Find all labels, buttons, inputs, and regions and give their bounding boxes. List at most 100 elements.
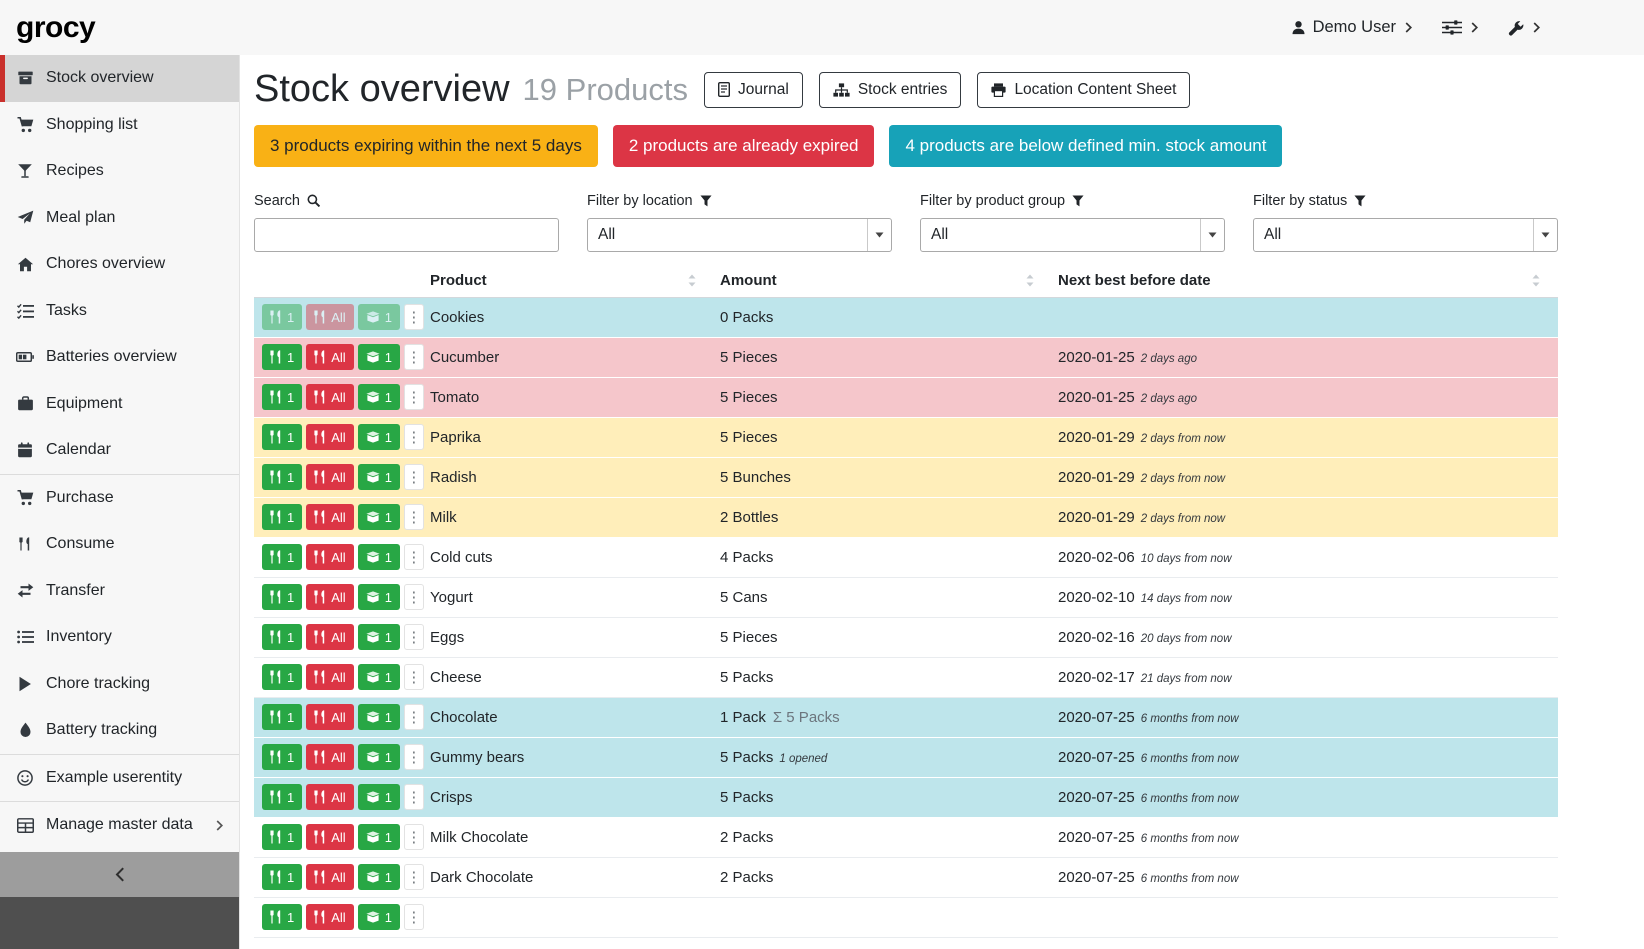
- consume-one-button[interactable]: 1: [262, 624, 302, 650]
- sidebar-item-meal-plan[interactable]: Meal plan: [0, 195, 239, 242]
- location-content-sheet-button[interactable]: Location Content Sheet: [977, 72, 1190, 108]
- row-menu-button[interactable]: ⋮: [404, 704, 424, 730]
- open-one-button[interactable]: 1: [358, 784, 400, 810]
- consume-all-button[interactable]: All: [306, 624, 353, 650]
- consume-one-button[interactable]: 1: [262, 824, 302, 850]
- open-one-button[interactable]: 1: [358, 864, 400, 890]
- row-menu-button[interactable]: ⋮: [404, 584, 424, 610]
- consume-all-button[interactable]: All: [306, 864, 353, 890]
- consume-all-button[interactable]: All: [306, 464, 353, 490]
- column-header-amount[interactable]: Amount: [714, 272, 1052, 289]
- sidebar-item-example-userentity[interactable]: Example userentity: [0, 755, 239, 802]
- product-group-filter-select[interactable]: All: [920, 218, 1225, 252]
- consume-all-button[interactable]: All: [306, 704, 353, 730]
- consume-all-button[interactable]: All: [306, 904, 353, 930]
- consume-all-button[interactable]: All: [306, 304, 353, 330]
- row-menu-button[interactable]: ⋮: [404, 384, 424, 410]
- sidebar-item-tasks[interactable]: Tasks: [0, 288, 239, 335]
- row-menu-button[interactable]: ⋮: [404, 744, 424, 770]
- location-filter-select[interactable]: All: [587, 218, 892, 252]
- best-before-cell: 2020-02-1721 days from now: [1052, 669, 1558, 686]
- open-one-button[interactable]: 1: [358, 824, 400, 850]
- alert-expiring-soon[interactable]: 3 products expiring within the next 5 da…: [254, 125, 598, 167]
- consume-one-button[interactable]: 1: [262, 744, 302, 770]
- consume-one-button[interactable]: 1: [262, 664, 302, 690]
- consume-all-button[interactable]: All: [306, 384, 353, 410]
- consume-one-button[interactable]: 1: [262, 704, 302, 730]
- sidebar-item-transfer[interactable]: Transfer: [0, 568, 239, 615]
- consume-all-button[interactable]: All: [306, 744, 353, 770]
- sidebar-item-shopping-list[interactable]: Shopping list: [0, 102, 239, 149]
- consume-one-button[interactable]: 1: [262, 504, 302, 530]
- open-one-button[interactable]: 1: [358, 584, 400, 610]
- row-menu-button[interactable]: ⋮: [404, 304, 424, 330]
- sidebar-item-equipment[interactable]: Equipment: [0, 381, 239, 428]
- open-one-button[interactable]: 1: [358, 624, 400, 650]
- open-one-button[interactable]: 1: [358, 744, 400, 770]
- column-header-best-before[interactable]: Next best before date: [1052, 272, 1558, 289]
- consume-one-button[interactable]: 1: [262, 344, 302, 370]
- sidebar-item-recipes[interactable]: Recipes: [0, 148, 239, 195]
- sidebar-item-chore-tracking[interactable]: Chore tracking: [0, 661, 239, 708]
- open-one-button[interactable]: 1: [358, 384, 400, 410]
- consume-all-button[interactable]: All: [306, 504, 353, 530]
- row-menu-button[interactable]: ⋮: [404, 784, 424, 810]
- row-menu-button[interactable]: ⋮: [404, 904, 424, 930]
- row-menu-button[interactable]: ⋮: [404, 864, 424, 890]
- user-menu[interactable]: Demo User: [1291, 18, 1412, 37]
- sidebar-collapse-button[interactable]: [0, 852, 239, 897]
- row-menu-button[interactable]: ⋮: [404, 544, 424, 570]
- open-one-button[interactable]: 1: [358, 504, 400, 530]
- sidebar-item-purchase[interactable]: Purchase: [0, 475, 239, 522]
- search-input[interactable]: [254, 218, 559, 252]
- row-menu-button[interactable]: ⋮: [404, 824, 424, 850]
- app-logo[interactable]: grocy: [16, 11, 95, 45]
- consume-one-button[interactable]: 1: [262, 904, 302, 930]
- sidebar-item-batteries-overview[interactable]: Batteries overview: [0, 334, 239, 381]
- consume-all-button[interactable]: All: [306, 584, 353, 610]
- consume-one-button[interactable]: 1: [262, 464, 302, 490]
- open-one-button[interactable]: 1: [358, 464, 400, 490]
- open-one-button[interactable]: 1: [358, 344, 400, 370]
- open-one-button[interactable]: 1: [358, 424, 400, 450]
- sidebar-item-manage-master-data[interactable]: Manage master data: [0, 802, 239, 849]
- row-menu-button[interactable]: ⋮: [404, 464, 424, 490]
- open-one-button[interactable]: 1: [358, 544, 400, 570]
- sidebar-item-chores-overview[interactable]: Chores overview: [0, 241, 239, 288]
- consume-all-button[interactable]: All: [306, 424, 353, 450]
- column-header-product[interactable]: Product: [424, 272, 714, 289]
- row-menu-button[interactable]: ⋮: [404, 664, 424, 690]
- alert-expired[interactable]: 2 products are already expired: [613, 125, 875, 167]
- status-filter-select[interactable]: All: [1253, 218, 1558, 252]
- sidebar-item-stock-overview[interactable]: Stock overview: [0, 55, 239, 102]
- admin-menu[interactable]: [1508, 20, 1540, 36]
- open-one-button[interactable]: 1: [358, 904, 400, 930]
- row-menu-button[interactable]: ⋮: [404, 344, 424, 370]
- consume-all-button[interactable]: All: [306, 544, 353, 570]
- stock-entries-button[interactable]: Stock entries: [819, 72, 962, 108]
- alert-below-min-stock[interactable]: 4 products are below defined min. stock …: [889, 125, 1282, 167]
- consume-one-button[interactable]: 1: [262, 784, 302, 810]
- row-menu-button[interactable]: ⋮: [404, 624, 424, 650]
- consume-one-button[interactable]: 1: [262, 304, 302, 330]
- sidebar-item-inventory[interactable]: Inventory: [0, 614, 239, 661]
- row-menu-button[interactable]: ⋮: [404, 504, 424, 530]
- consume-all-button[interactable]: All: [306, 824, 353, 850]
- open-one-button[interactable]: 1: [358, 664, 400, 690]
- journal-button[interactable]: Journal: [704, 72, 803, 108]
- consume-all-button[interactable]: All: [306, 784, 353, 810]
- open-one-button[interactable]: 1: [358, 304, 400, 330]
- sidebar-item-consume[interactable]: Consume: [0, 521, 239, 568]
- sidebar-item-calendar[interactable]: Calendar: [0, 427, 239, 474]
- consume-one-button[interactable]: 1: [262, 544, 302, 570]
- consume-one-button[interactable]: 1: [262, 864, 302, 890]
- consume-all-button[interactable]: All: [306, 664, 353, 690]
- settings-menu[interactable]: [1442, 20, 1478, 35]
- consume-all-button[interactable]: All: [306, 344, 353, 370]
- consume-one-button[interactable]: 1: [262, 424, 302, 450]
- consume-one-button[interactable]: 1: [262, 384, 302, 410]
- row-menu-button[interactable]: ⋮: [404, 424, 424, 450]
- open-one-button[interactable]: 1: [358, 704, 400, 730]
- consume-one-button[interactable]: 1: [262, 584, 302, 610]
- sidebar-item-battery-tracking[interactable]: Battery tracking: [0, 707, 239, 754]
